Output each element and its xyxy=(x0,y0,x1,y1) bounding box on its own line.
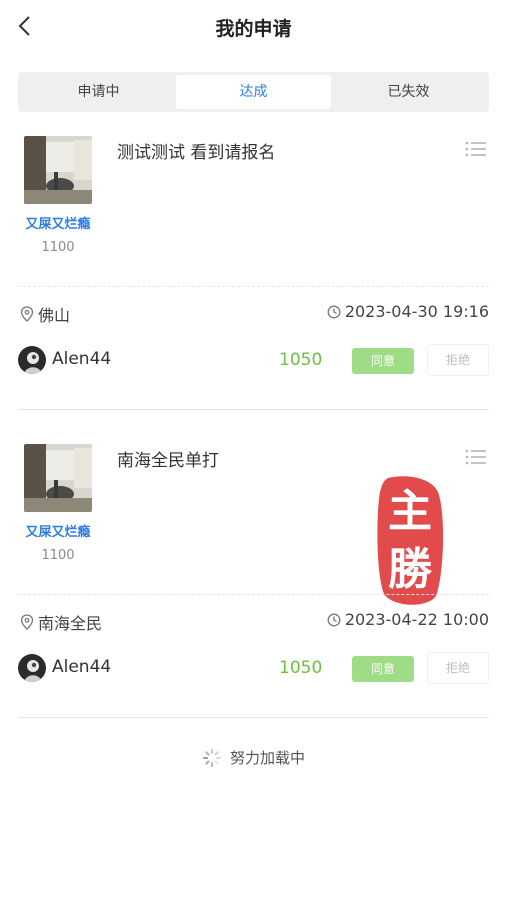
agree-button[interactable]: 同意 xyxy=(352,348,414,374)
applicant-row: Alen44 1050 同意 拒绝 xyxy=(18,652,489,686)
location-text: 南海全民 xyxy=(38,614,103,633)
location: 佛山 xyxy=(20,302,70,326)
tab-applying[interactable]: 申请中 xyxy=(21,75,176,109)
card-header: 又屎又烂瘾 1100 南海全民单打 主勝 xyxy=(18,434,489,605)
reject-button[interactable]: 拒绝 xyxy=(427,652,489,684)
location-time-row: 佛山 2023-04-30 19:16 xyxy=(18,302,489,326)
owner-score: 1100 xyxy=(41,548,75,563)
owner-score: 1100 xyxy=(41,240,75,255)
location-text: 佛山 xyxy=(38,306,71,325)
owner-name[interactable]: 又屎又烂瘾 xyxy=(14,213,102,232)
page-title: 我的申请 xyxy=(215,18,292,40)
list-menu-icon[interactable] xyxy=(465,140,487,158)
spinner-icon xyxy=(202,748,221,767)
applicant-name[interactable]: Alen44 xyxy=(52,657,111,677)
location: 南海全民 xyxy=(20,610,102,634)
applicant-row: Alen44 1050 同意 拒绝 xyxy=(18,344,489,378)
dashed-divider xyxy=(18,594,489,595)
loading-indicator: 努力加载中 xyxy=(0,747,507,768)
card-divider xyxy=(18,717,489,718)
time-text: 2023-04-30 19:16 xyxy=(344,302,489,321)
card-header: 又屎又烂瘾 1100 测试测试 看到请报名 xyxy=(18,126,489,284)
event-thumbnail[interactable] xyxy=(24,444,92,512)
top-bar: 我的申请 xyxy=(0,0,507,56)
tab-achieved[interactable]: 达成 xyxy=(176,75,331,109)
event-thumbnail[interactable] xyxy=(24,136,92,204)
tab-expired[interactable]: 已失效 xyxy=(331,75,486,109)
avatar[interactable] xyxy=(18,654,46,682)
applicant-amount: 1050 xyxy=(279,350,323,370)
applicant-amount: 1050 xyxy=(279,658,323,678)
event-title[interactable]: 南海全民单打 xyxy=(117,446,219,471)
agree-button[interactable]: 同意 xyxy=(352,656,414,682)
location-pin-icon xyxy=(20,614,34,630)
loading-text: 努力加载中 xyxy=(229,749,305,767)
applicant-name[interactable]: Alen44 xyxy=(52,349,111,369)
list-menu-icon[interactable] xyxy=(465,448,487,466)
status-tabs: 申请中 达成 已失效 xyxy=(18,72,489,112)
event-time: 2023-04-30 19:16 xyxy=(327,302,489,321)
event-time: 2023-04-22 10:00 xyxy=(327,610,489,629)
location-pin-icon xyxy=(20,306,34,322)
avatar[interactable] xyxy=(18,346,46,374)
event-title[interactable]: 测试测试 看到请报名 xyxy=(117,138,275,163)
location-time-row: 南海全民 2023-04-22 10:00 xyxy=(18,610,489,634)
reject-button[interactable]: 拒绝 xyxy=(427,344,489,376)
winner-stamp-icon: 主勝 xyxy=(377,476,444,605)
card-divider xyxy=(18,409,489,410)
clock-icon xyxy=(327,613,341,626)
time-text: 2023-04-22 10:00 xyxy=(344,610,489,629)
dashed-divider xyxy=(18,286,489,287)
clock-icon xyxy=(327,305,341,318)
application-card: 又屎又烂瘾 1100 南海全民单打 主勝 南海全民 2023-04-22 10:… xyxy=(18,434,489,724)
owner-name[interactable]: 又屎又烂瘾 xyxy=(14,521,102,540)
application-card: 又屎又烂瘾 1100 测试测试 看到请报名 佛山 2023-04-30 19:1… xyxy=(18,126,489,416)
